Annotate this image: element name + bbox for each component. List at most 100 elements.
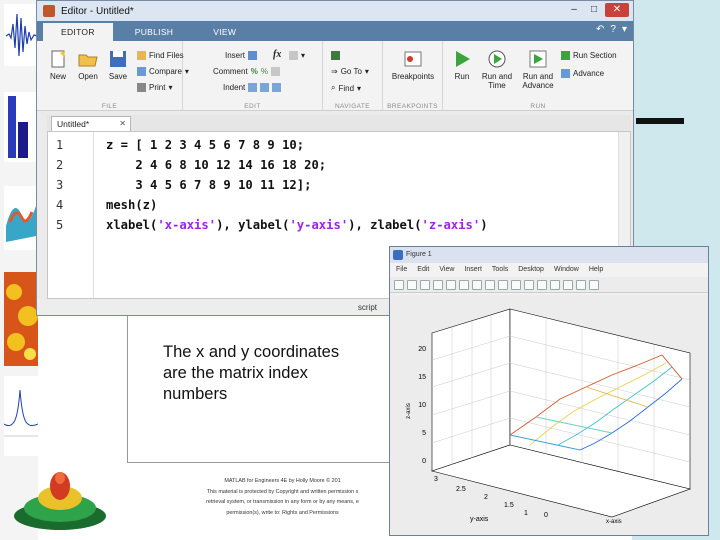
help-icon[interactable]: ? <box>610 24 616 35</box>
data-cursor-icon[interactable] <box>511 279 521 290</box>
code-line[interactable]: xlabel('x-axis'), ylabel('y-axis'), zlab… <box>106 218 488 232</box>
comment-icon: % <box>250 67 258 76</box>
y-tick-label: 2.5 <box>456 486 466 493</box>
insert-icon <box>248 51 258 60</box>
advance-button[interactable]: Advance <box>561 69 604 78</box>
find-files-button[interactable]: Find Files <box>137 51 184 60</box>
line-number: 4 <box>56 198 64 212</box>
new-figure-icon[interactable] <box>394 279 404 290</box>
compare-button[interactable]: Compare ▾ <box>137 67 189 76</box>
code-line[interactable]: z = [ 1 2 3 4 5 6 7 8 9 10; <box>106 138 304 152</box>
z-tick-label: 5 <box>422 430 426 437</box>
hide-tools-icon[interactable] <box>576 279 586 290</box>
open-button[interactable]: Open <box>73 49 103 81</box>
menu-tools[interactable]: Tools <box>492 263 508 277</box>
close-tab-icon[interactable]: ✕ <box>119 117 126 131</box>
legend-icon[interactable] <box>563 279 573 290</box>
sinc-plot-thumbnail <box>4 376 38 456</box>
document-tab-untitled[interactable]: Untitled* ✕ <box>51 116 131 131</box>
figure-toolbar <box>390 277 708 293</box>
save-figure-icon[interactable] <box>420 279 430 290</box>
run-section-label: Run Section <box>573 51 617 60</box>
tab-view[interactable]: VIEW <box>195 23 254 41</box>
new-button[interactable]: New <box>43 49 73 81</box>
open-label: Open <box>78 72 98 81</box>
zoom-in-icon[interactable] <box>459 279 469 290</box>
x-axis-label: x-axis <box>606 519 622 525</box>
run-and-advance-button[interactable]: Run and Advance <box>519 49 557 90</box>
editor-titlebar[interactable]: Editor - Untitled* – □ ✕ <box>37 1 633 21</box>
find-button[interactable]: ⌕ Find ▾ <box>331 83 361 93</box>
matlab-logo-icon <box>43 5 55 17</box>
menu-help[interactable]: Help <box>589 263 603 277</box>
go-to-icon: ⇒ <box>331 67 338 76</box>
figure-window: Figure 1 File Edit View Insert Tools Des… <box>389 246 709 536</box>
link-icon[interactable] <box>537 279 547 290</box>
print-figure-icon[interactable] <box>433 279 443 290</box>
new-label: New <box>49 72 66 81</box>
menu-window[interactable]: Window <box>554 263 579 277</box>
tab-publish[interactable]: PUBLISH <box>117 23 191 41</box>
rotate-3d-icon[interactable] <box>498 279 508 290</box>
ribbon-group-navigate: ⇒ Go To ▾ ⌕ Find ▾ NAVIGATE <box>323 41 383 111</box>
slide-accent-bar <box>636 118 684 124</box>
expand-icon[interactable]: ▾ <box>622 24 627 35</box>
figure-icon <box>393 250 403 260</box>
menu-desktop[interactable]: Desktop <box>518 263 544 277</box>
find-dropdown-icon: ▾ <box>357 83 362 93</box>
figure-menubar: File Edit View Insert Tools Desktop Wind… <box>390 263 708 277</box>
code-text: ), zlabel( <box>348 218 422 232</box>
bookmark-button[interactable] <box>331 51 340 60</box>
ribbon-group-edit: Insert fx ▾ Comment%% Indent EDIT <box>183 41 323 111</box>
z-tick-label: 20 <box>418 346 426 353</box>
tab-editor[interactable]: EDITOR <box>43 23 113 41</box>
brush-icon[interactable] <box>524 279 534 290</box>
decrease-indent-icon <box>260 83 270 92</box>
close-icon[interactable]: ✕ <box>605 3 629 17</box>
run-label: Run <box>454 72 470 81</box>
navigate-group-label: NAVIGATE <box>334 103 371 110</box>
breakpoint-icon <box>404 51 422 67</box>
maximize-icon[interactable]: □ <box>585 3 603 17</box>
insert-button[interactable]: Insert <box>225 51 258 60</box>
menu-file[interactable]: File <box>396 263 407 277</box>
indent-button[interactable]: Indent <box>223 83 282 92</box>
save-button[interactable]: Save <box>103 49 133 81</box>
breakpoints-group-label: BREAKPOINTS <box>387 103 438 110</box>
breakpoints-button[interactable]: Breakpoints <box>389 49 437 81</box>
print-button[interactable]: Print ▾ <box>137 83 172 92</box>
pan-icon[interactable] <box>485 279 495 290</box>
z-tick-label: 10 <box>418 402 426 409</box>
code-line[interactable]: 3 4 5 6 7 8 9 10 11 12]; <box>106 178 311 192</box>
menu-insert[interactable]: Insert <box>464 263 482 277</box>
pointer-icon[interactable] <box>446 279 456 290</box>
menu-edit[interactable]: Edit <box>417 263 429 277</box>
comment-button[interactable]: Comment%% <box>213 67 280 76</box>
open-folder-icon <box>78 54 98 67</box>
undo-icon[interactable]: ↶ <box>596 24 604 35</box>
code-line[interactable]: 2 4 6 8 10 12 14 16 18 20; <box>106 158 326 172</box>
open-file-icon[interactable] <box>407 279 417 290</box>
go-to-button[interactable]: ⇒ Go To ▾ <box>331 67 369 76</box>
wrap-comments-icon <box>270 67 280 76</box>
menu-view[interactable]: View <box>439 263 454 277</box>
show-tools-icon[interactable] <box>589 279 599 290</box>
fx-button[interactable]: fx <box>273 49 281 60</box>
figure-titlebar[interactable]: Figure 1 <box>390 247 708 263</box>
slide-body-text: The x and y coordinates are the matrix i… <box>163 343 340 403</box>
run-and-time-button[interactable]: Run and Time <box>479 49 515 90</box>
minimize-icon[interactable]: – <box>565 3 583 17</box>
run-button[interactable]: Run <box>445 49 479 81</box>
fx-dropdown-icon: ▾ <box>301 51 306 60</box>
file-type-status: script <box>357 303 377 312</box>
fx-options-button[interactable]: ▾ <box>289 51 305 60</box>
3d-surface-illustration <box>14 472 106 530</box>
run-section-button[interactable]: Run Section <box>561 51 617 60</box>
z-tick-label: 0 <box>422 458 426 465</box>
zoom-out-icon[interactable] <box>472 279 482 290</box>
code-line[interactable]: mesh(z) <box>106 198 157 212</box>
mesh-plot[interactable]: 20 15 10 5 0 z-axis 3 2.5 2 1.5 1 y-axis… <box>390 295 708 535</box>
colorbar-icon[interactable] <box>550 279 560 290</box>
y-tick-label: 2 <box>484 494 488 501</box>
fx-label: fx <box>273 49 282 60</box>
